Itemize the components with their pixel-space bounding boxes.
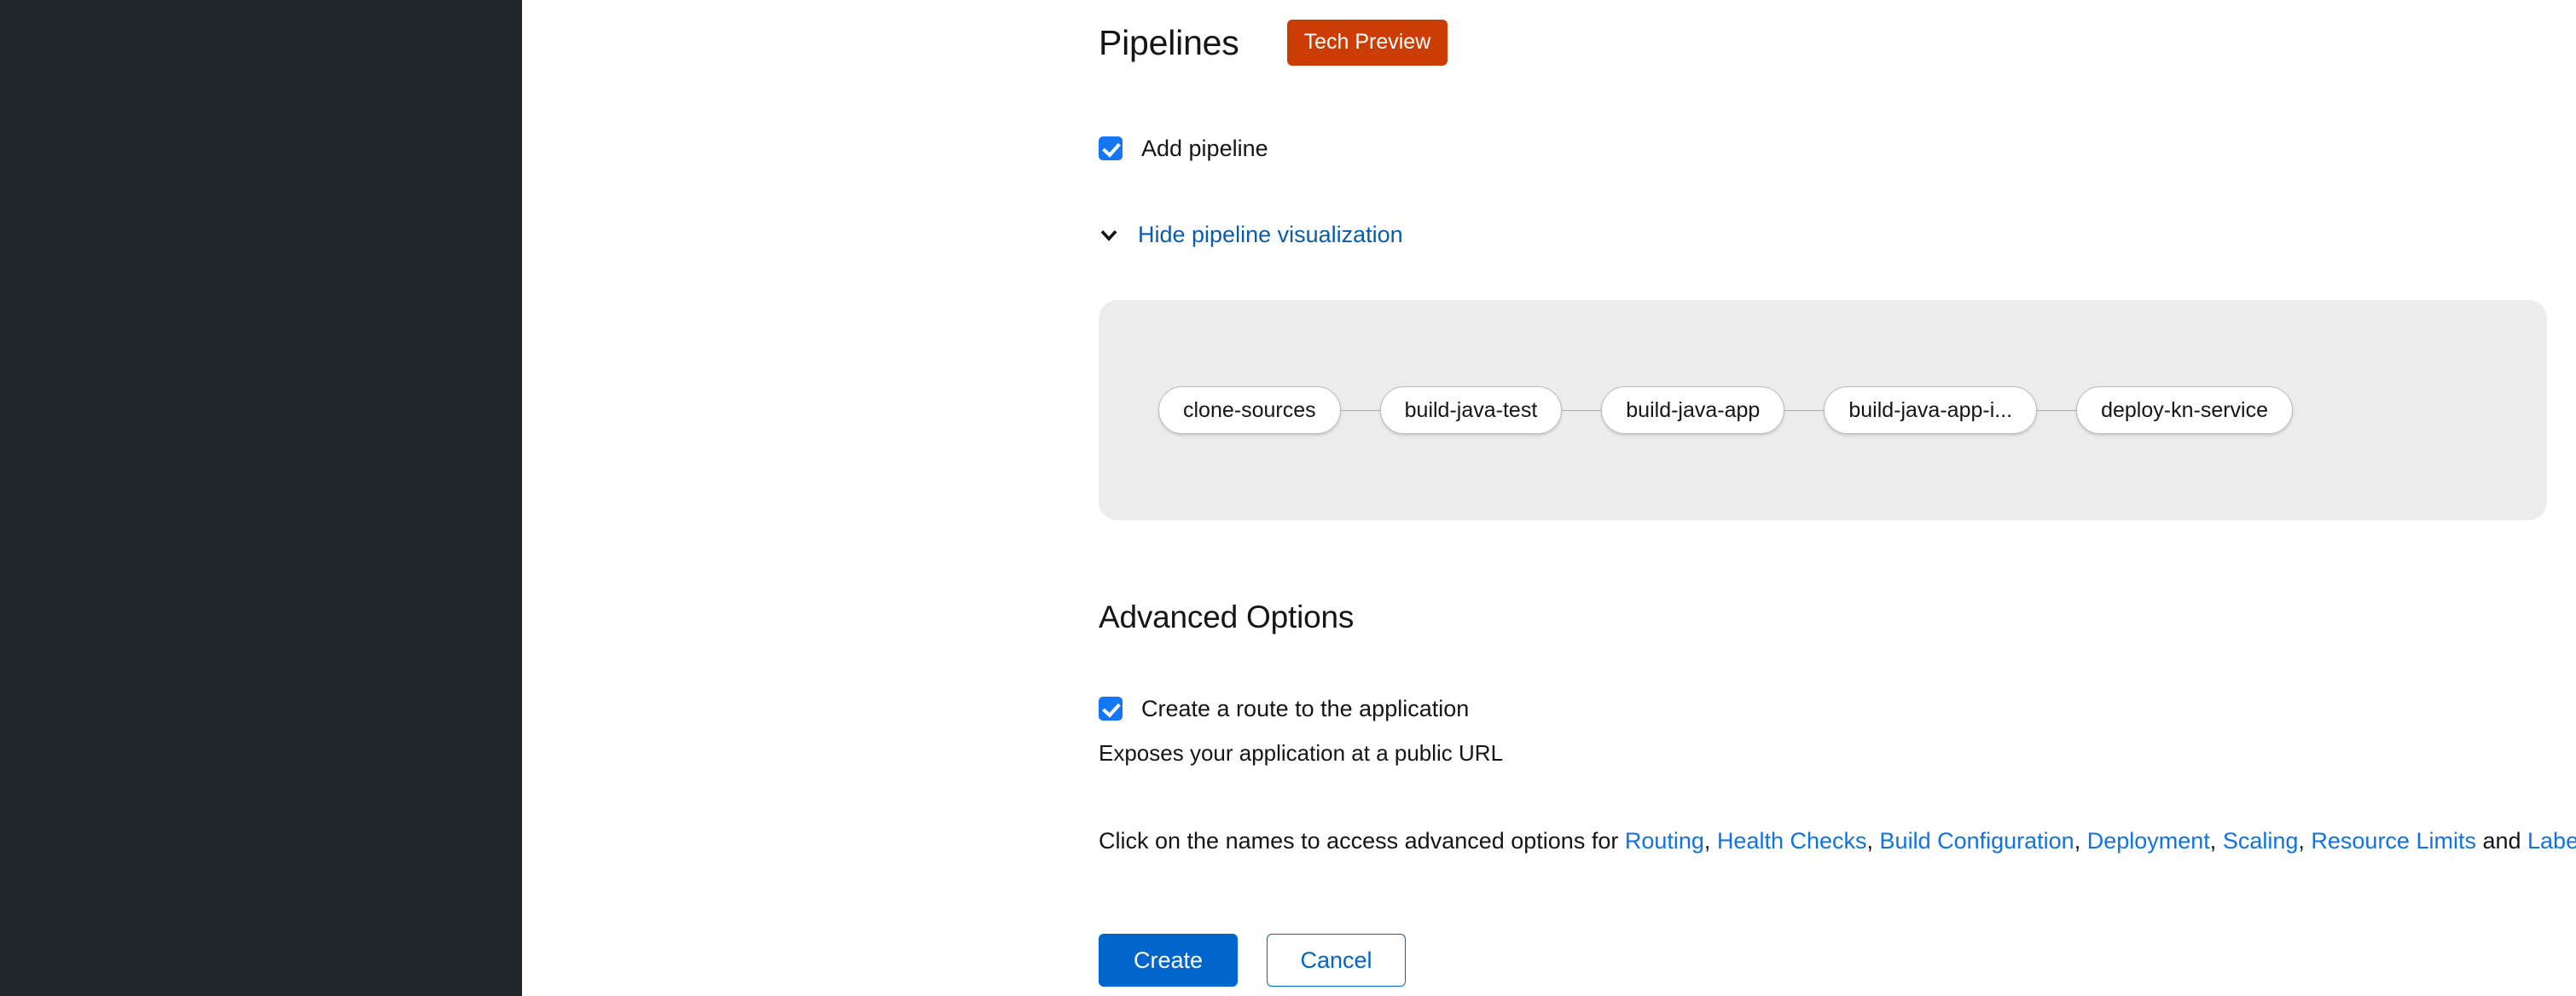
pipelines-heading-row: Pipelines Tech Preview	[1099, 17, 1448, 68]
link-separator: ,	[2298, 828, 2312, 854]
advanced-option-link-build-configuration[interactable]: Build Configuration	[1880, 828, 2074, 854]
create-route-label: Create a route to the application	[1141, 695, 1470, 721]
pipeline-connector	[1784, 409, 1825, 411]
link-separator: ,	[2074, 828, 2087, 854]
advanced-option-link-routing[interactable]: Routing	[1625, 828, 1704, 854]
pipeline-visualization-panel: clone-sources build-java-test build-java-a…	[1099, 300, 2547, 520]
create-route-checkbox[interactable]	[1099, 697, 1123, 721]
advanced-option-link-deployment[interactable]: Deployment	[2087, 828, 2210, 854]
form-actions: Create Cancel	[1099, 934, 1406, 987]
sidebar-rail	[0, 0, 522, 996]
advanced-option-link-health-checks[interactable]: Health Checks	[1717, 828, 1867, 854]
pipeline-node[interactable]: build-java-app	[1601, 386, 1785, 434]
add-pipeline-checkbox[interactable]	[1099, 136, 1123, 160]
app-window: Pipelines Tech Preview Add pipeline Hide…	[0, 0, 2576, 996]
pipeline-node[interactable]: deploy-kn-service	[2076, 386, 2294, 434]
link-separator: ,	[1866, 828, 1880, 854]
toggle-pipeline-visualization-label: Hide pipeline visualization	[1138, 222, 1403, 247]
link-separator: ,	[1703, 828, 1717, 854]
link-separator: ,	[2209, 828, 2223, 854]
pipeline-node[interactable]: clone-sources	[1158, 386, 1341, 434]
advanced-option-link-resource-limits[interactable]: Resource Limits	[2311, 828, 2476, 854]
add-pipeline-label: Add pipeline	[1141, 135, 1268, 161]
create-route-checkbox-row[interactable]: Create a route to the application	[1099, 697, 1469, 721]
pipeline-node[interactable]: build-java-test	[1379, 386, 1563, 434]
add-pipeline-checkbox-row[interactable]: Add pipeline	[1099, 136, 1268, 160]
pipeline-connector	[1562, 409, 1602, 411]
pipeline-connector	[1340, 409, 1380, 411]
advanced-option-link-scaling[interactable]: Scaling	[2223, 828, 2299, 854]
link-separator: and	[2475, 828, 2528, 854]
advanced-options-links: Click on the names to access advanced op…	[1099, 825, 2576, 856]
advanced-options-links-intro: Click on the names to access advanced op…	[1099, 828, 1625, 854]
create-route-helper-text: Exposes your application at a public URL	[1099, 740, 1504, 766]
page-title: Pipelines	[1099, 22, 1239, 62]
main-content: Pipelines Tech Preview Add pipeline Hide…	[522, 0, 2576, 996]
advanced-options-title: Advanced Options	[1099, 599, 1355, 634]
advanced-option-link-labels[interactable]: Labels	[2527, 828, 2576, 854]
pipeline-node-flow: clone-sources build-java-test build-java-a…	[1099, 300, 2547, 520]
pipeline-connector	[2037, 409, 2077, 411]
tech-preview-badge: Tech Preview	[1286, 20, 1448, 66]
toggle-pipeline-visualization[interactable]: Hide pipeline visualization	[1099, 223, 1403, 246]
chevron-down-icon	[1099, 225, 1119, 246]
pipeline-node[interactable]: build-java-app-i...	[1824, 386, 2038, 434]
cancel-button[interactable]: Cancel	[1267, 934, 1406, 987]
create-button[interactable]: Create	[1099, 934, 1238, 987]
